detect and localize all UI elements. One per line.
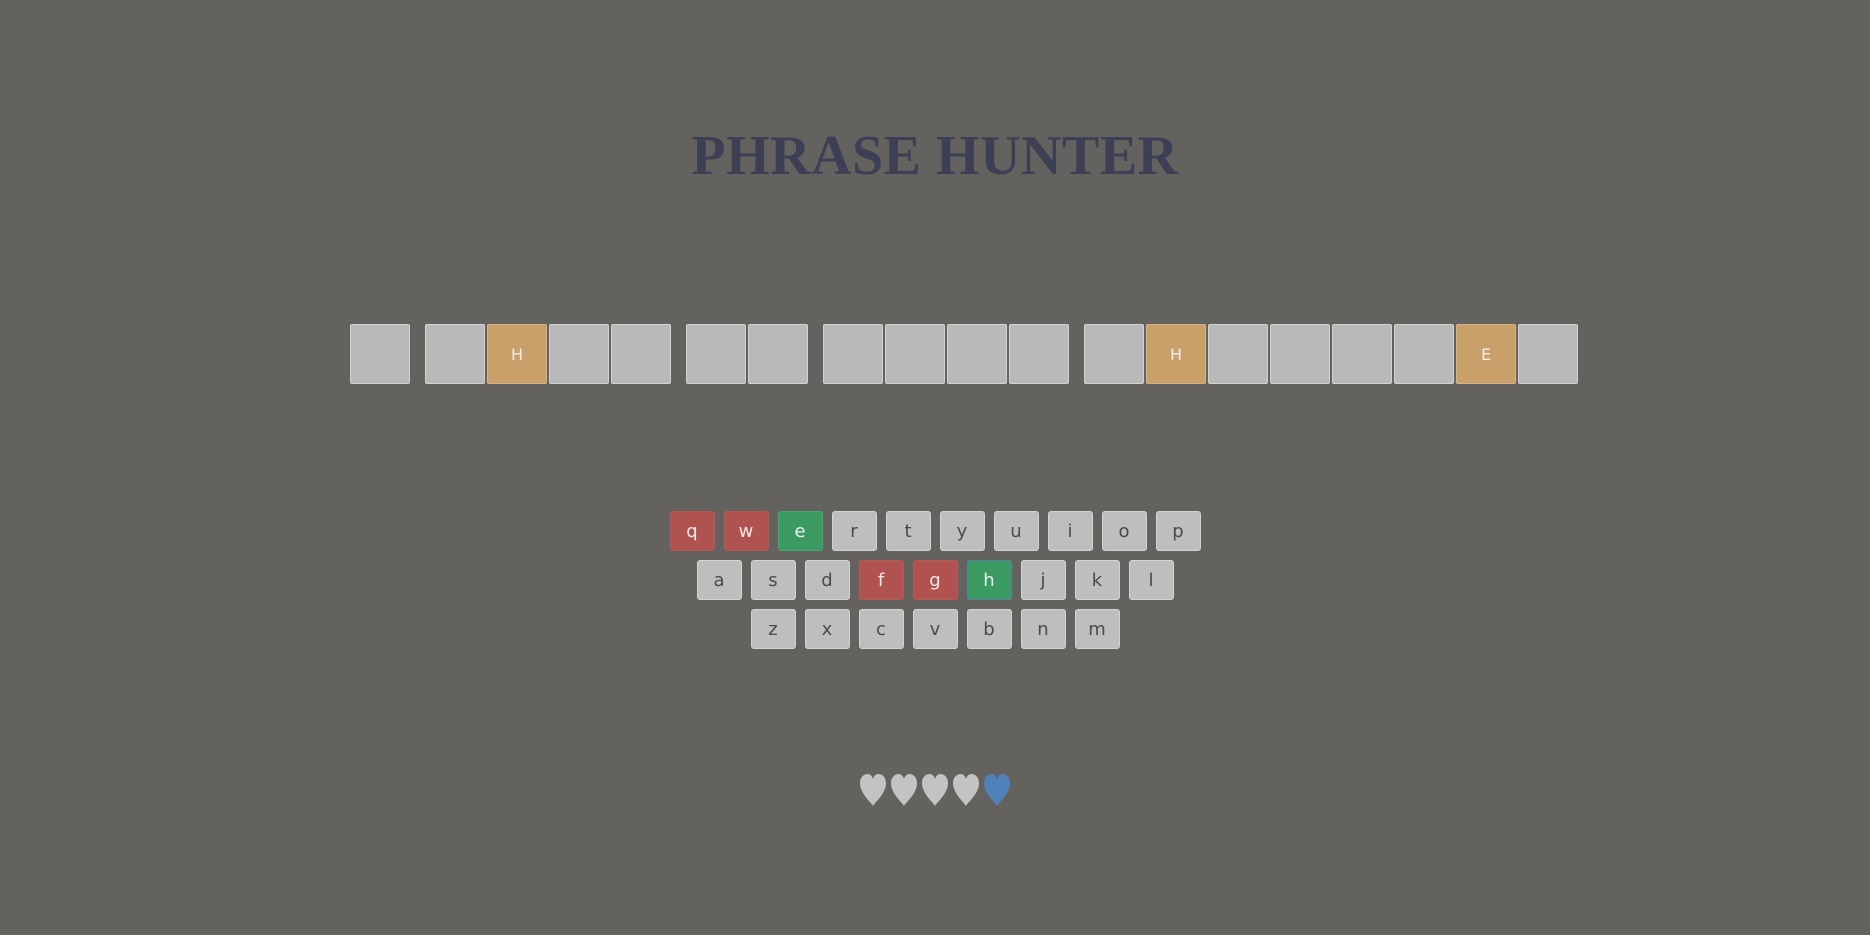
letter-tile-hidden [350, 324, 410, 384]
letter-tile-hidden [885, 324, 945, 384]
letter-tile-hidden [1332, 324, 1392, 384]
key-w[interactable]: w [723, 511, 769, 551]
key-r[interactable]: r [831, 511, 877, 551]
keyboard-row: asdfghjkl [0, 560, 1870, 600]
key-j[interactable]: j [1020, 560, 1066, 600]
key-a[interactable]: a [696, 560, 742, 600]
lost-heart-icon [953, 774, 979, 806]
letter-tile-hidden [947, 324, 1007, 384]
letter-tile-hidden [823, 324, 883, 384]
page-title: PHRASE HUNTER [691, 125, 1179, 187]
key-n[interactable]: n [1020, 609, 1066, 649]
key-s[interactable]: s [750, 560, 796, 600]
key-p[interactable]: p [1155, 511, 1201, 551]
key-z[interactable]: z [750, 609, 796, 649]
key-o[interactable]: o [1101, 511, 1147, 551]
letter-tile-hidden [686, 324, 746, 384]
lost-heart-icon [891, 774, 917, 806]
phrase-word [823, 324, 1069, 384]
key-l[interactable]: l [1128, 560, 1174, 600]
letter-tile-hidden [748, 324, 808, 384]
key-e[interactable]: e [777, 511, 823, 551]
key-d[interactable]: d [804, 560, 850, 600]
key-h[interactable]: h [966, 560, 1012, 600]
lives-scoreboard [0, 772, 1870, 808]
key-m[interactable]: m [1074, 609, 1120, 649]
keyboard-row: qwertyuiop [0, 511, 1870, 551]
letter-tile-hidden [1518, 324, 1578, 384]
letter-tile-hidden [1084, 324, 1144, 384]
key-q[interactable]: q [669, 511, 715, 551]
key-x[interactable]: x [804, 609, 850, 649]
letter-tile-hidden [1270, 324, 1330, 384]
key-t[interactable]: t [885, 511, 931, 551]
letter-tile-revealed: H [1146, 324, 1206, 384]
phrase-board: HHE [350, 324, 1578, 384]
key-v[interactable]: v [912, 609, 958, 649]
letter-tile-hidden [549, 324, 609, 384]
live-heart-icon [984, 774, 1010, 806]
letter-tile-revealed: E [1456, 324, 1516, 384]
key-g[interactable]: g [912, 560, 958, 600]
key-i[interactable]: i [1047, 511, 1093, 551]
key-f[interactable]: f [858, 560, 904, 600]
keyboard-row: zxcvbnm [0, 609, 1870, 649]
key-y[interactable]: y [939, 511, 985, 551]
letter-tile-hidden [1394, 324, 1454, 384]
letter-tile-hidden [1208, 324, 1268, 384]
phrase-word: H [425, 324, 671, 384]
phrase-word: HE [1084, 324, 1578, 384]
lost-heart-icon [860, 774, 886, 806]
key-b[interactable]: b [966, 609, 1012, 649]
letter-tile-revealed: H [487, 324, 547, 384]
phrase-word [350, 324, 410, 384]
onscreen-keyboard: qwertyuiop asdfghjkl zxcvbnm [0, 511, 1870, 658]
letter-tile-hidden [1009, 324, 1069, 384]
key-k[interactable]: k [1074, 560, 1120, 600]
lost-heart-icon [922, 774, 948, 806]
key-c[interactable]: c [858, 609, 904, 649]
key-u[interactable]: u [993, 511, 1039, 551]
phrase-word [686, 324, 808, 384]
letter-tile-hidden [611, 324, 671, 384]
letter-tile-hidden [425, 324, 485, 384]
